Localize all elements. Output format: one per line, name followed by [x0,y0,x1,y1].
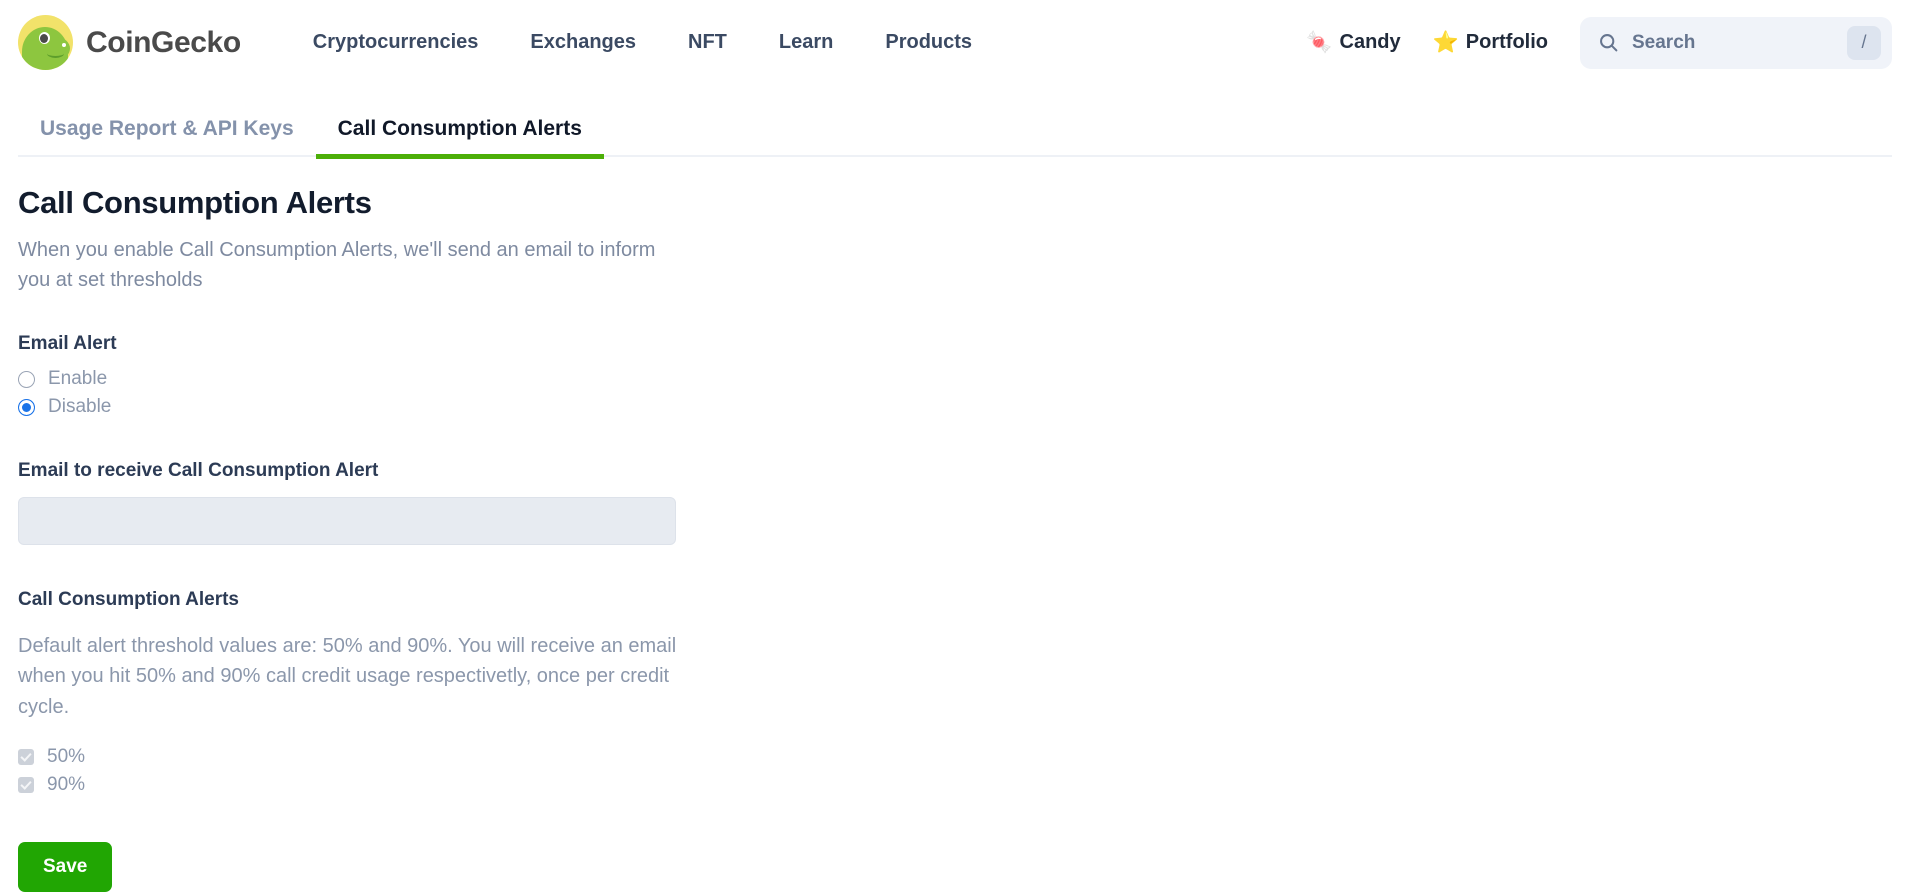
threshold-label-90: 90% [47,774,86,796]
threshold-row-50: 50% [18,746,1892,768]
page-description: When you enable Call Consumption Alerts,… [18,239,656,291]
candy-link[interactable]: 🍬 Candy [1290,23,1416,62]
nav-item-learn[interactable]: Learn [753,23,859,62]
email-field-label: Email to receive Call Consumption Alert [18,460,379,481]
search-input[interactable]: Search [1632,32,1847,54]
page-title: Call Consumption Alerts [18,185,372,220]
main-content: Call Consumption Alerts When you enable … [0,157,1910,892]
nav-item-exchanges[interactable]: Exchanges [504,23,662,62]
threshold-checkbox-50[interactable] [18,749,34,766]
radio-enable-indicator[interactable] [18,370,35,388]
email-alert-label: Email Alert [18,333,117,354]
threshold-label-50: 50% [47,746,86,768]
candy-label: Candy [1339,31,1401,53]
header-right-group: 🍬 Candy ⭐ Portfolio Search / [1290,16,1892,69]
brand-name: CoinGecko [86,25,241,59]
portfolio-link[interactable]: ⭐ Portfolio [1417,23,1564,62]
threshold-row-90: 90% [18,774,1892,796]
radio-enable-label: Enable [48,368,108,389]
search-box[interactable]: Search / [1580,16,1892,69]
radio-option-enable[interactable]: Enable [18,368,1892,390]
nav-item-nft[interactable]: NFT [662,23,753,62]
settings-tabbar: Usage Report & API Keys Call Consumption… [0,85,1910,159]
radio-disable-label: Disable [48,396,112,417]
star-icon: ⭐ [1432,31,1459,54]
email-input[interactable] [18,497,676,545]
portfolio-label: Portfolio [1465,31,1548,53]
nav-item-products[interactable]: Products [859,23,998,62]
search-shortcut-key: / [1847,25,1881,60]
save-button[interactable]: Save [18,842,113,892]
tab-usage-report-api-keys[interactable]: Usage Report & API Keys [18,117,316,157]
radio-option-disable[interactable]: Disable [18,396,1892,418]
search-icon [1598,32,1619,53]
main-navigation: Cryptocurrencies Exchanges NFT Learn Pro… [287,23,998,62]
tab-call-consumption-alerts[interactable]: Call Consumption Alerts [315,117,605,159]
threshold-checkbox-90[interactable] [18,777,34,794]
site-header: CoinGecko Cryptocurrencies Exchanges NFT… [0,0,1910,85]
radio-disable-indicator[interactable] [18,398,35,416]
gecko-logo-icon [18,15,73,70]
brand-logo-link[interactable]: CoinGecko [18,15,241,70]
nav-item-cryptocurrencies[interactable]: Cryptocurrencies [287,23,505,62]
candy-jar-icon: 🍬 [1306,31,1333,54]
alerts-section-description: Default alert threshold values are: 50% … [18,635,677,718]
email-alert-radio-group: Enable Disable [18,368,1892,418]
alerts-section-heading: Call Consumption Alerts [18,589,239,610]
